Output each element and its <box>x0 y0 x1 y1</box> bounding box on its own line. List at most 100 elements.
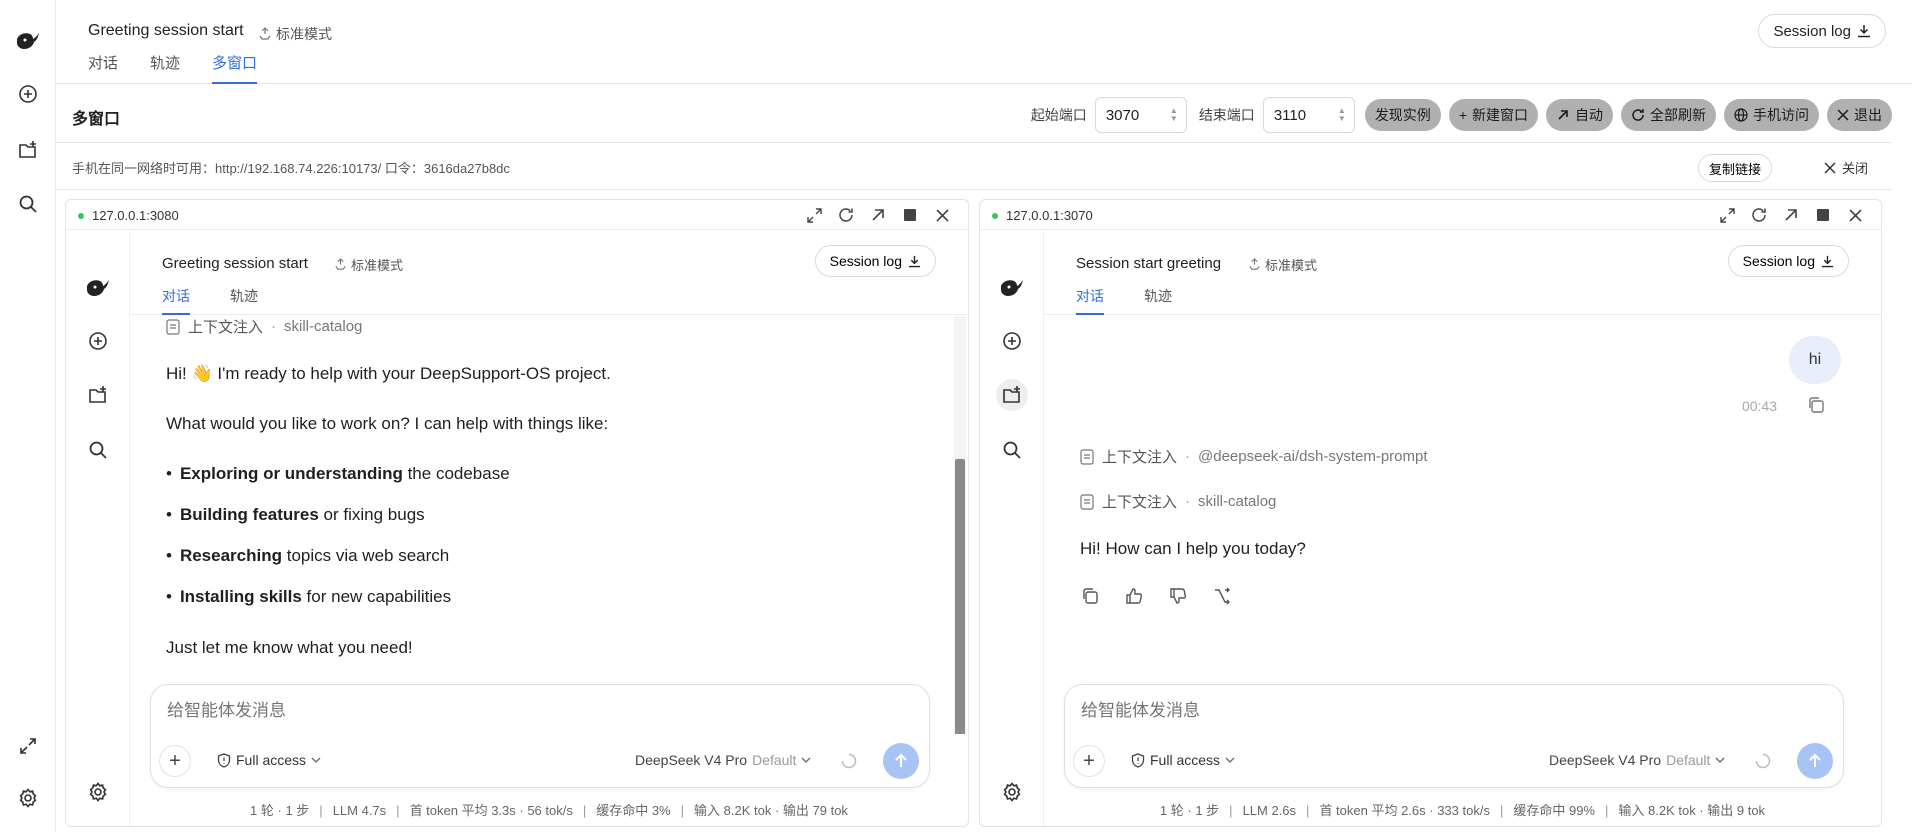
new-window-button[interactable]: + 新建窗口 <box>1448 99 1538 131</box>
access-selector[interactable]: Full access <box>217 752 321 768</box>
whale-logo-icon[interactable] <box>12 24 44 56</box>
settings-icon[interactable] <box>82 776 114 808</box>
discover-label: 发现实例 <box>1374 107 1431 123</box>
plus-icon: + <box>1458 107 1467 123</box>
tab-chat[interactable]: 对话 <box>1076 286 1104 315</box>
stat-tokens: 输入 8.2K tok · 输出 9 tok <box>1618 803 1766 818</box>
send-button[interactable] <box>1797 743 1833 779</box>
recycle-icon <box>1249 258 1260 270</box>
tab-chat[interactable]: 对话 <box>162 286 190 315</box>
mode-label: 标准模式 <box>1265 258 1318 273</box>
expand-icon[interactable] <box>12 730 44 762</box>
close-label: 关闭 <box>1841 161 1868 176</box>
session-log-label: Session log <box>1742 253 1815 269</box>
auto-button[interactable]: 自动 <box>1546 99 1613 131</box>
close-icon <box>1837 109 1849 121</box>
session-log-button[interactable]: Session log <box>814 245 936 277</box>
refresh-all-label: 全部刷新 <box>1650 107 1706 123</box>
whale-logo-icon[interactable] <box>82 271 114 303</box>
search-icon[interactable] <box>996 434 1028 466</box>
context-injection[interactable]: 上下文注入 · @deepseek-ai/dsh-system-prompt <box>1080 446 1428 467</box>
stop-icon[interactable] <box>1813 205 1833 225</box>
session-log-button[interactable]: Session log <box>1758 14 1886 48</box>
pane-url: 127.0.0.1:3070 <box>1006 208 1093 223</box>
recycle-icon <box>335 258 346 270</box>
app-header: Greeting session start 标准模式 对话 轨迹 多窗口 Se… <box>56 0 1912 84</box>
thumbs-up-icon[interactable] <box>1124 586 1144 606</box>
whale-logo-icon[interactable] <box>996 271 1028 303</box>
auto-label: 自动 <box>1575 107 1603 123</box>
mobile-access-button[interactable]: 手机访问 <box>1724 99 1819 131</box>
exit-button[interactable]: 退出 <box>1827 99 1892 131</box>
copy-icon[interactable] <box>1807 396 1825 414</box>
new-chat-icon[interactable] <box>12 78 44 110</box>
branch-icon[interactable] <box>1212 586 1232 606</box>
expand-icon[interactable] <box>1717 205 1737 225</box>
tab-trace[interactable]: 轨迹 <box>230 286 258 315</box>
list-item: • Researching topics via web search <box>166 546 450 565</box>
start-port-input[interactable]: 3070 ▲ ▼ <box>1094 97 1187 133</box>
download-icon <box>1821 255 1834 267</box>
tab-trace[interactable]: 轨迹 <box>1144 286 1172 315</box>
new-folder-icon[interactable] <box>996 379 1028 411</box>
search-icon[interactable] <box>12 188 44 220</box>
stat-cache: 缓存命中 99% <box>1513 803 1595 818</box>
send-button[interactable] <box>883 743 919 779</box>
stat-cache: 缓存命中 3% <box>596 803 671 818</box>
recycle-icon <box>259 27 271 40</box>
expand-icon[interactable] <box>804 205 824 225</box>
mode-indicator[interactable]: 标准模式 <box>1248 255 1317 274</box>
capability-list: • Exploring or understanding the codebase… <box>166 464 510 628</box>
stepper-icon[interactable]: ▲ ▼ <box>1170 107 1178 123</box>
mobile-access-label: 手机访问 <box>1753 107 1809 123</box>
settings-icon[interactable] <box>996 776 1028 808</box>
refresh-icon[interactable] <box>1749 205 1769 225</box>
mode-indicator[interactable]: 标准模式 <box>258 24 332 44</box>
message-composer: + Full access DeepSeek V4 Pro Default <box>1064 684 1844 788</box>
discover-instances-button[interactable]: 发现实例 <box>1364 99 1441 131</box>
model-selector[interactable]: DeepSeek V4 Pro Default <box>1549 752 1725 768</box>
attach-button[interactable]: + <box>159 745 191 777</box>
pane-titlebar: 127.0.0.1:3070 <box>980 200 1881 230</box>
stepper-icon[interactable]: ▲ ▼ <box>1338 107 1346 123</box>
open-external-icon[interactable] <box>868 205 888 225</box>
new-chat-icon[interactable] <box>996 325 1028 357</box>
stat-first-token: 首 token 平均 3.3s · 56 tok/s <box>409 803 573 818</box>
list-item: • Installing skills for new capabilities <box>166 587 452 606</box>
context-injection[interactable]: 上下文注入 · skill-catalog <box>1080 491 1276 512</box>
session-log-button[interactable]: Session log <box>1727 245 1849 277</box>
tab-multiwindow[interactable]: 多窗口 <box>212 52 258 84</box>
message-input[interactable] <box>1081 701 1681 721</box>
thumbs-down-icon[interactable] <box>1168 586 1188 606</box>
scrollbar-thumb[interactable] <box>955 459 965 734</box>
refresh-all-button[interactable]: 全部刷新 <box>1621 99 1716 131</box>
search-icon[interactable] <box>82 434 114 466</box>
access-selector[interactable]: Full access <box>1131 752 1235 768</box>
end-port-input[interactable]: 3110 ▲ ▼ <box>1262 97 1355 133</box>
pane-header: Session start greeting 标准模式 对话 轨迹 Sessio… <box>1044 231 1881 315</box>
new-folder-icon[interactable] <box>82 379 114 411</box>
context-injection[interactable]: 上下文注入 · skill-catalog <box>166 316 362 337</box>
message-input[interactable] <box>167 701 767 721</box>
instance-pane: 127.0.0.1:3070 Session start greeting 标准… <box>979 199 1882 827</box>
close-icon[interactable] <box>932 205 952 225</box>
close-icon[interactable] <box>1845 205 1865 225</box>
pane-header: Greeting session start 标准模式 对话 轨迹 Sessio… <box>130 231 968 315</box>
context-value: skill-catalog <box>1198 493 1277 510</box>
close-info-button[interactable]: 关闭 <box>1824 158 1868 177</box>
stop-icon[interactable] <box>900 205 920 225</box>
settings-icon[interactable] <box>12 782 44 814</box>
tab-chat[interactable]: 对话 <box>88 52 118 84</box>
mode-indicator[interactable]: 标准模式 <box>334 255 403 274</box>
new-chat-icon[interactable] <box>82 325 114 357</box>
open-external-icon[interactable] <box>1781 205 1801 225</box>
copy-link-button[interactable]: 复制链接 <box>1697 154 1772 182</box>
attach-button[interactable]: + <box>1073 745 1105 777</box>
model-selector[interactable]: DeepSeek V4 Pro Default <box>635 752 811 768</box>
refresh-icon[interactable] <box>836 205 856 225</box>
stat-tokens: 输入 8.2K tok · 输出 79 tok <box>694 803 848 818</box>
new-folder-icon[interactable] <box>12 134 44 166</box>
tab-trace[interactable]: 轨迹 <box>150 52 180 84</box>
copy-icon[interactable] <box>1080 586 1100 606</box>
message-composer: + Full access DeepSeek V4 Pro Default <box>150 684 930 788</box>
